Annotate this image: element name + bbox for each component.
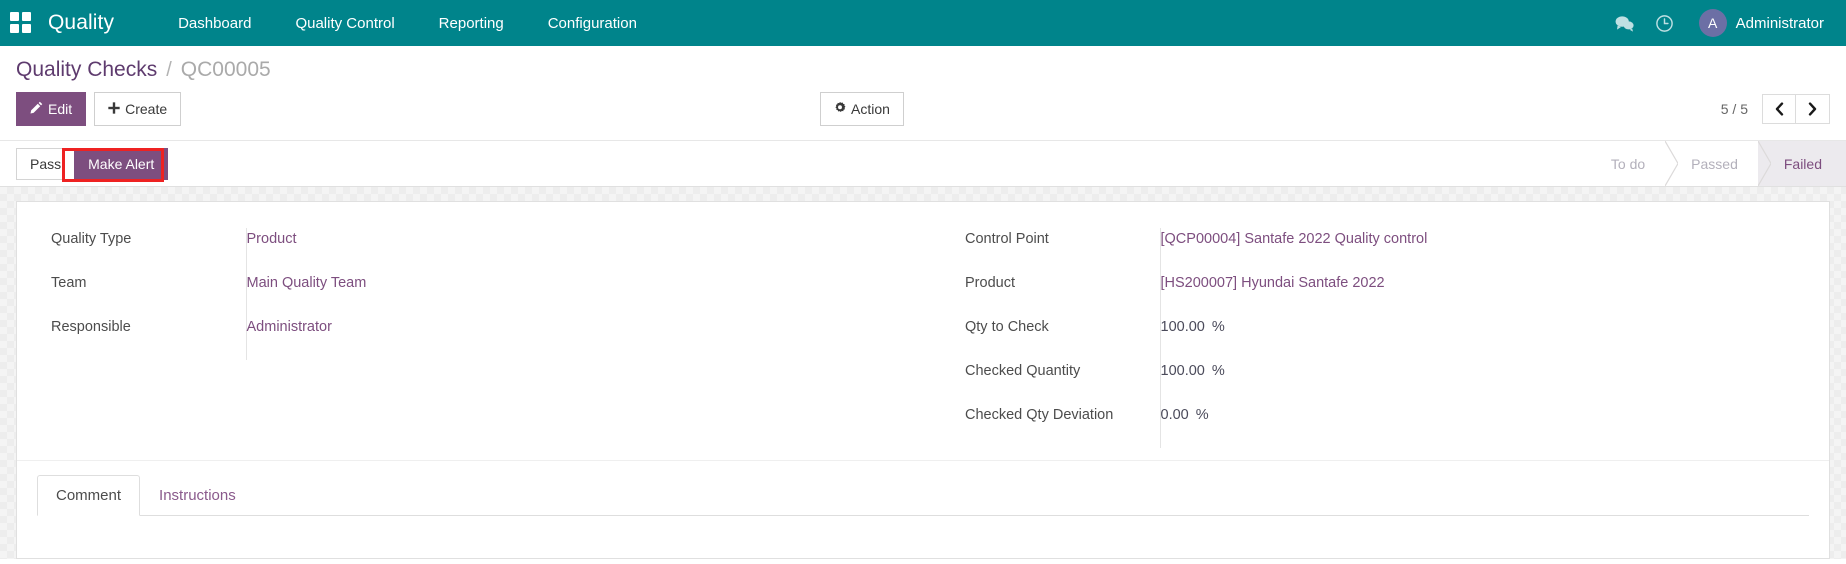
field-row-quality-type: Quality Type Product bbox=[51, 228, 883, 272]
create-button[interactable]: Create bbox=[94, 92, 182, 126]
action-button-wrapper: Action bbox=[820, 92, 904, 126]
apps-grid-icon[interactable] bbox=[10, 12, 32, 34]
gear-icon bbox=[834, 100, 846, 118]
pager-buttons bbox=[1762, 94, 1830, 124]
notebook-tabs: Comment Instructions bbox=[37, 475, 1809, 516]
edit-button-label: Edit bbox=[48, 101, 73, 117]
navbar-right-group: A Administrator bbox=[1605, 0, 1830, 46]
stage-arrow-icon bbox=[1665, 141, 1679, 186]
control-panel: Quality Checks / QC00005 Edit Create Act… bbox=[0, 46, 1846, 141]
action-button[interactable]: Action bbox=[820, 92, 904, 126]
messages-icon[interactable] bbox=[1605, 0, 1645, 46]
value-checked-quantity-cell[interactable]: 100.00% bbox=[1159, 360, 1795, 404]
value-checked-qty-deviation: 0.00 bbox=[1160, 407, 1189, 423]
avatar: A bbox=[1698, 9, 1727, 37]
pass-button[interactable]: Pass bbox=[16, 147, 76, 180]
form-columns: Quality Type Product Team Main Quality T… bbox=[51, 228, 1795, 448]
value-product[interactable]: [HS200007] Hyundai Santafe 2022 bbox=[1159, 272, 1795, 316]
stage-passed[interactable]: Passed bbox=[1665, 141, 1771, 186]
pencil-icon bbox=[30, 100, 43, 118]
tab-comment[interactable]: Comment bbox=[37, 475, 141, 516]
field-row-responsible: Responsible Administrator bbox=[51, 316, 883, 360]
stage-arrow-icon bbox=[1757, 141, 1771, 186]
breadcrumb-separator: / bbox=[166, 59, 172, 81]
form-sheet: Quality Type Product Team Main Quality T… bbox=[16, 201, 1830, 559]
value-qty-to-check: 100.00 bbox=[1160, 319, 1205, 335]
label-checked-quantity: Checked Quantity bbox=[965, 363, 1081, 379]
unit-qty-to-check: % bbox=[1211, 319, 1225, 335]
breadcrumb-current-record: QC00005 bbox=[180, 58, 271, 81]
record-pager: 5 / 5 bbox=[1721, 94, 1830, 124]
breadcrumb-root-quality-checks[interactable]: Quality Checks bbox=[16, 58, 157, 82]
app-brand-title[interactable]: Quality bbox=[48, 11, 114, 35]
user-menu[interactable]: A Administrator bbox=[1685, 9, 1830, 37]
form-column-right: Control Point [QCP00004] Santafe 2022 Qu… bbox=[923, 228, 1795, 448]
menu-item-dashboard[interactable]: Dashboard bbox=[156, 2, 273, 45]
unit-checked-quantity: % bbox=[1211, 363, 1225, 379]
menu-item-quality-control[interactable]: Quality Control bbox=[273, 2, 416, 45]
pager-count-label: 5 / 5 bbox=[1720, 101, 1748, 117]
label-responsible: Responsible bbox=[51, 319, 131, 335]
label-quality-type: Quality Type bbox=[51, 231, 132, 247]
activities-clock-icon[interactable] bbox=[1645, 0, 1685, 46]
unit-checked-qty-deviation: % bbox=[1195, 407, 1209, 423]
create-button-label: Create bbox=[125, 101, 168, 117]
field-row-control-point: Control Point [QCP00004] Santafe 2022 Qu… bbox=[965, 228, 1795, 272]
menu-item-reporting[interactable]: Reporting bbox=[417, 2, 526, 45]
field-row-qty-to-check: Qty to Check 100.00% bbox=[965, 316, 1795, 360]
field-row-checked-qty-deviation: Checked Qty Deviation 0.00% bbox=[965, 404, 1795, 448]
action-button-label: Action bbox=[851, 101, 890, 117]
value-control-point[interactable]: [QCP00004] Santafe 2022 Quality control bbox=[1159, 228, 1795, 272]
value-checked-qty-deviation-cell[interactable]: 0.00% bbox=[1159, 404, 1795, 448]
notebook: Comment Instructions bbox=[17, 460, 1829, 516]
top-navbar: Quality Dashboard Quality Control Report… bbox=[0, 0, 1846, 46]
menu-item-configuration[interactable]: Configuration bbox=[526, 2, 659, 45]
apps-grid-square bbox=[22, 12, 31, 21]
statusbar-action-buttons: Pass Make Alert bbox=[16, 147, 169, 180]
stage-failed[interactable]: Failed bbox=[1757, 141, 1846, 186]
user-name-label: Administrator bbox=[1735, 14, 1824, 32]
value-quality-type[interactable]: Product bbox=[245, 228, 883, 272]
plus-icon bbox=[108, 100, 120, 118]
form-column-left: Quality Type Product Team Main Quality T… bbox=[51, 228, 923, 448]
pager-previous-button[interactable] bbox=[1762, 94, 1796, 124]
label-team: Team bbox=[51, 275, 87, 291]
value-qty-to-check-cell[interactable]: 100.00% bbox=[1159, 316, 1795, 360]
edit-button[interactable]: Edit bbox=[16, 92, 87, 126]
status-bar: Pass Make Alert To do Passed Failed bbox=[0, 141, 1846, 187]
label-product: Product bbox=[965, 275, 1015, 291]
form-background: Quality Type Product Team Main Quality T… bbox=[0, 187, 1846, 559]
status-pipeline: To do Passed Failed bbox=[1585, 141, 1846, 186]
apps-grid-square bbox=[10, 12, 19, 21]
field-row-checked-quantity: Checked Quantity 100.00% bbox=[965, 360, 1795, 404]
breadcrumb: Quality Checks / QC00005 bbox=[16, 46, 1830, 86]
right-field-table: Control Point [QCP00004] Santafe 2022 Qu… bbox=[965, 228, 1795, 448]
apps-grid-square bbox=[22, 24, 31, 33]
value-responsible[interactable]: Administrator bbox=[245, 316, 883, 360]
field-row-product: Product [HS200007] Hyundai Santafe 2022 bbox=[965, 272, 1795, 316]
label-checked-qty-deviation: Checked Qty Deviation bbox=[965, 407, 1114, 423]
label-control-point: Control Point bbox=[965, 231, 1049, 247]
stage-to-do[interactable]: To do bbox=[1585, 141, 1679, 186]
tab-instructions[interactable]: Instructions bbox=[140, 475, 255, 516]
value-checked-quantity: 100.00 bbox=[1160, 363, 1205, 379]
value-team[interactable]: Main Quality Team bbox=[245, 272, 883, 316]
field-row-team: Team Main Quality Team bbox=[51, 272, 883, 316]
stage-to-do-label: To do bbox=[1610, 155, 1646, 172]
apps-grid-square bbox=[10, 24, 19, 33]
stage-passed-label: Passed bbox=[1691, 155, 1738, 172]
label-qty-to-check: Qty to Check bbox=[965, 319, 1049, 335]
stage-failed-label: Failed bbox=[1783, 155, 1822, 172]
make-alert-button[interactable]: Make Alert bbox=[74, 147, 169, 180]
left-field-table: Quality Type Product Team Main Quality T… bbox=[51, 228, 883, 360]
pager-next-button[interactable] bbox=[1796, 94, 1830, 124]
control-panel-buttons: Edit Create Action 5 / 5 bbox=[16, 86, 1830, 140]
main-menu: Dashboard Quality Control Reporting Conf… bbox=[156, 2, 659, 45]
